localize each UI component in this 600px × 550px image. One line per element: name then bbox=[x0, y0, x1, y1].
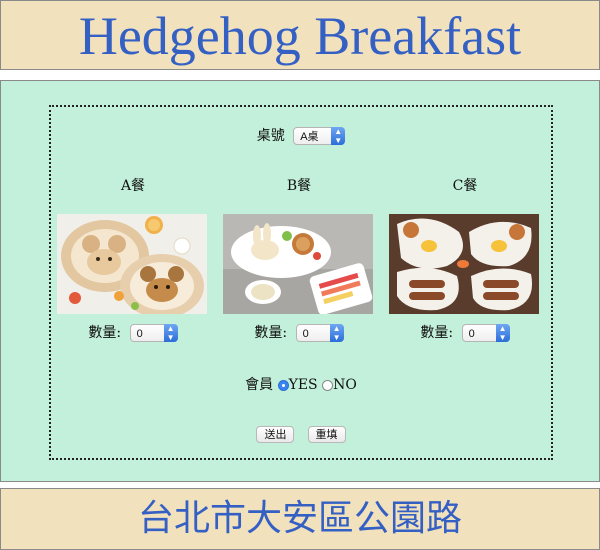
meal-a-quantity-select[interactable]: 0 ▲ ▼ bbox=[129, 324, 178, 342]
table-select[interactable]: A桌 ▲ ▼ bbox=[293, 127, 346, 145]
member-row: 會員 YES NO bbox=[51, 374, 551, 394]
meal-c-image bbox=[389, 214, 539, 314]
meal-b-quantity: 數量: 0 ▲ ▼ bbox=[223, 322, 375, 342]
footer-address: 台北市大安區公園路 bbox=[137, 498, 462, 539]
footer-banner: 台北市大安區公園路 bbox=[0, 488, 600, 550]
meal-b-title: B餐 bbox=[286, 178, 312, 194]
quantity-value: 0 bbox=[136, 328, 143, 340]
quantity-label: 數量: bbox=[420, 325, 454, 341]
meal-c-quantity: 數量: 0 ▲ ▼ bbox=[389, 322, 541, 342]
submit-button[interactable]: 送出 bbox=[256, 426, 295, 443]
table-label: 桌號 bbox=[256, 128, 285, 144]
quantity-label: 數量: bbox=[254, 325, 288, 341]
member-no-radio[interactable] bbox=[322, 379, 334, 391]
member-yes-radio[interactable] bbox=[277, 379, 289, 391]
meal-c-quantity-select[interactable]: 0 ▲ ▼ bbox=[461, 324, 510, 342]
select-arrows-icon: ▲ ▼ bbox=[331, 127, 346, 145]
order-form: 桌號 A桌 ▲ ▼ A餐 數量: 0 ▲ ▼ B餐 數量: 0 ▲ ▼ C餐 數… bbox=[49, 105, 553, 460]
member-label: 會員 bbox=[245, 377, 274, 393]
form-buttons: 送出 重填 bbox=[51, 423, 551, 443]
meal-a-title: A餐 bbox=[120, 178, 146, 194]
meal-a-quantity: 數量: 0 ▲ ▼ bbox=[57, 322, 209, 342]
select-arrows-icon: ▲ ▼ bbox=[163, 324, 178, 342]
main-area: 桌號 A桌 ▲ ▼ A餐 數量: 0 ▲ ▼ B餐 數量: 0 ▲ ▼ C餐 數… bbox=[0, 80, 600, 482]
member-no-label[interactable]: NO bbox=[333, 377, 357, 393]
quantity-value: 0 bbox=[468, 328, 475, 340]
quantity-value: 0 bbox=[302, 328, 309, 340]
meal-b: B餐 數量: 0 ▲ ▼ bbox=[223, 175, 375, 342]
meal-a: A餐 數量: 0 ▲ ▼ bbox=[57, 175, 209, 342]
table-select-value: A桌 bbox=[300, 131, 319, 143]
meal-c-title: C餐 bbox=[452, 178, 478, 194]
table-row: 桌號 A桌 ▲ ▼ bbox=[51, 125, 551, 145]
page: Hedgehog Breakfast 桌號 A桌 ▲ ▼ A餐 數量: 0 ▲ … bbox=[0, 0, 600, 550]
member-yes-label[interactable]: YES bbox=[289, 377, 318, 393]
page-title: Hedgehog Breakfast bbox=[78, 6, 522, 66]
header-banner: Hedgehog Breakfast bbox=[0, 0, 600, 70]
quantity-label: 數量: bbox=[88, 325, 122, 341]
meal-c: C餐 數量: 0 ▲ ▼ bbox=[389, 175, 541, 342]
meal-b-quantity-select[interactable]: 0 ▲ ▼ bbox=[295, 324, 344, 342]
reset-button[interactable]: 重填 bbox=[307, 426, 346, 443]
select-arrows-icon: ▲ ▼ bbox=[495, 324, 510, 342]
meal-a-image bbox=[57, 214, 207, 314]
meal-b-image bbox=[223, 214, 373, 314]
select-arrows-icon: ▲ ▼ bbox=[329, 324, 344, 342]
